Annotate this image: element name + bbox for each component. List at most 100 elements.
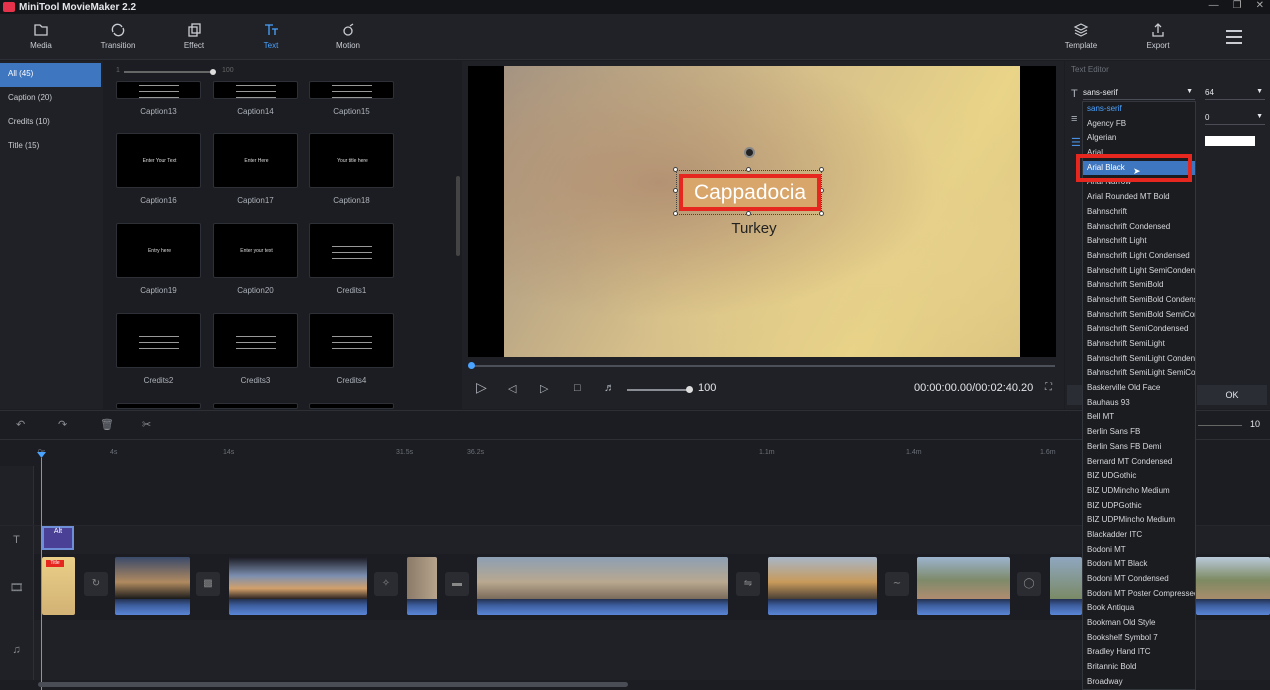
- export-button[interactable]: Export: [1128, 22, 1188, 50]
- timeline-scrollbar[interactable]: [38, 682, 628, 687]
- align-icon[interactable]: ☰: [1071, 136, 1081, 149]
- video-clip[interactable]: [917, 557, 1010, 615]
- font-select[interactable]: sans-serif ▼: [1083, 88, 1195, 100]
- font-option[interactable]: Book Antiqua: [1083, 601, 1195, 616]
- video-clip[interactable]: [477, 557, 728, 615]
- stop-icon[interactable]: □: [574, 382, 581, 394]
- undo-icon[interactable]: ↶: [16, 418, 25, 431]
- effect-button[interactable]: Effect: [164, 22, 224, 50]
- minimize-icon[interactable]: —: [1209, 0, 1219, 11]
- seek-bar[interactable]: [468, 362, 1055, 369]
- font-option[interactable]: Bookshelf Symbol 7: [1083, 631, 1195, 646]
- font-option[interactable]: Bodoni MT Poster Compressed: [1083, 587, 1195, 602]
- font-option[interactable]: Bahnschrift Light: [1083, 234, 1195, 249]
- spacing-select[interactable]: 0 ▼: [1205, 113, 1265, 125]
- font-option[interactable]: Bradley Hand ITC: [1083, 645, 1195, 660]
- template-thumbnail[interactable]: Entry here: [116, 223, 201, 278]
- resize-handle[interactable]: [746, 211, 751, 216]
- font-option[interactable]: Bahnschrift SemiBold: [1083, 278, 1195, 293]
- template-thumbnail[interactable]: Your title here: [309, 133, 394, 188]
- font-option[interactable]: Bahnschrift SemiLight Condensed: [1083, 352, 1195, 367]
- font-option[interactable]: Bauhaus 93: [1083, 396, 1195, 411]
- transition-slot[interactable]: ∼: [885, 572, 909, 596]
- font-option[interactable]: Bodoni MT: [1083, 543, 1195, 558]
- rotate-handle[interactable]: [744, 147, 755, 158]
- font-option[interactable]: Britannic Bold: [1083, 660, 1195, 675]
- resize-handle[interactable]: [673, 211, 678, 216]
- subtitle-text[interactable]: Turkey: [704, 220, 804, 237]
- text-color-swatch[interactable]: [1205, 136, 1255, 146]
- font-option[interactable]: Bahnschrift Light Condensed: [1083, 249, 1195, 264]
- resize-handle[interactable]: [673, 167, 678, 172]
- play-icon[interactable]: ▷: [476, 379, 487, 396]
- category-title[interactable]: Title (15): [0, 135, 103, 159]
- font-option[interactable]: Bahnschrift SemiLight: [1083, 337, 1195, 352]
- category-credits[interactable]: Credits (10): [0, 111, 103, 135]
- time-ruler[interactable]: 0s 4s 14s 31.5s 36.2s 1.1m 1.4m 1.6m: [0, 439, 1270, 465]
- font-option[interactable]: Arial Rounded MT Bold: [1083, 190, 1195, 205]
- template-thumbnail[interactable]: Enter your text: [213, 223, 298, 278]
- zoom-slider[interactable]: [1198, 425, 1242, 426]
- font-option[interactable]: Broadway: [1083, 675, 1195, 689]
- font-option[interactable]: Bookman Old Style: [1083, 616, 1195, 631]
- template-thumbnail[interactable]: [309, 81, 394, 99]
- template-thumbnail[interactable]: [116, 313, 201, 368]
- close-icon[interactable]: ✕: [1256, 0, 1264, 11]
- video-clip[interactable]: [1196, 557, 1270, 615]
- text-clip[interactable]: Alt: [42, 526, 74, 550]
- font-option[interactable]: Bahnschrift SemiLight SemiCondensed: [1083, 366, 1195, 381]
- motion-button[interactable]: Motion: [318, 22, 378, 50]
- title-clip[interactable]: Title: [42, 557, 75, 615]
- transition-slot[interactable]: ▩: [196, 572, 220, 596]
- template-button[interactable]: Template: [1051, 22, 1111, 50]
- font-option[interactable]: Bahnschrift: [1083, 205, 1195, 220]
- transition-slot[interactable]: ⇋: [736, 572, 760, 596]
- media-button[interactable]: Media: [11, 22, 71, 50]
- category-caption[interactable]: Caption (20): [0, 87, 103, 111]
- font-option[interactable]: Bodoni MT Black: [1083, 557, 1195, 572]
- font-option[interactable]: BIZ UDPMincho Medium: [1083, 513, 1195, 528]
- template-thumbnail[interactable]: [213, 313, 298, 368]
- template-thumbnail[interactable]: [213, 81, 298, 99]
- thumbnail-size-slider[interactable]: 1 100: [114, 65, 444, 79]
- resize-handle[interactable]: [673, 188, 678, 193]
- font-option[interactable]: Bahnschrift SemiCondensed: [1083, 322, 1195, 337]
- video-clip[interactable]: [407, 557, 437, 615]
- font-option[interactable]: BIZ UDPGothic: [1083, 499, 1195, 514]
- split-icon[interactable]: ✂: [142, 418, 151, 431]
- resize-handle[interactable]: [746, 167, 751, 172]
- next-frame-icon[interactable]: ▷: [540, 382, 548, 395]
- playhead[interactable]: [41, 458, 42, 690]
- font-option[interactable]: Bodoni MT Condensed: [1083, 572, 1195, 587]
- font-option[interactable]: Bahnschrift Condensed: [1083, 220, 1195, 235]
- font-option[interactable]: Bernard MT Condensed: [1083, 455, 1195, 470]
- redo-icon[interactable]: ↷: [58, 418, 67, 431]
- fullscreen-icon[interactable]: ⛶: [1045, 382, 1052, 393]
- template-thumbnail[interactable]: [309, 313, 394, 368]
- restore-icon[interactable]: ❐: [1233, 0, 1242, 11]
- seek-handle[interactable]: [468, 362, 475, 369]
- font-option[interactable]: Bell MT: [1083, 410, 1195, 425]
- transition-slot[interactable]: ✧: [374, 572, 398, 596]
- ok-button[interactable]: OK: [1197, 385, 1267, 405]
- menu-icon[interactable]: [1226, 30, 1242, 48]
- volume-icon[interactable]: ♬: [604, 382, 615, 394]
- font-option[interactable]: Bahnschrift SemiBold SemiCondensed: [1083, 308, 1195, 323]
- transition-slot[interactable]: ▬: [445, 572, 469, 596]
- font-option[interactable]: Bahnschrift SemiBold Condensed: [1083, 293, 1195, 308]
- library-scrollbar[interactable]: [456, 176, 460, 256]
- video-clip[interactable]: [229, 557, 367, 615]
- video-frame[interactable]: Cappadocia Turkey: [504, 66, 1020, 357]
- template-thumbnail[interactable]: [213, 403, 298, 409]
- font-option[interactable]: Berlin Sans FB: [1083, 425, 1195, 440]
- resize-handle[interactable]: [819, 167, 824, 172]
- transition-slot[interactable]: ◯: [1017, 572, 1041, 596]
- template-thumbnail[interactable]: [309, 403, 394, 409]
- video-clip[interactable]: [115, 557, 190, 615]
- font-option[interactable]: sans-serif: [1083, 102, 1195, 117]
- template-thumbnail[interactable]: [116, 403, 201, 409]
- font-option[interactable]: Baskerville Old Face: [1083, 381, 1195, 396]
- volume-slider[interactable]: [627, 389, 689, 391]
- font-option[interactable]: Agency FB: [1083, 117, 1195, 132]
- volume-knob[interactable]: [686, 386, 693, 393]
